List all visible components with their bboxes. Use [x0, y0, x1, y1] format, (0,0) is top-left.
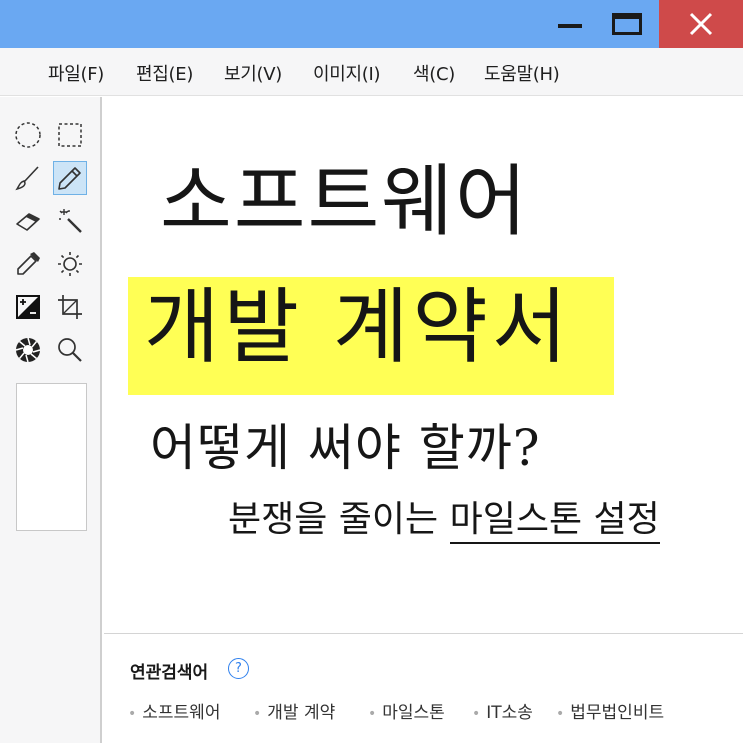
related-tag[interactable]: • 소프트웨어	[128, 698, 220, 723]
magic-wand-tool[interactable]	[53, 204, 87, 238]
close-icon	[689, 12, 713, 36]
help-icon[interactable]: ?	[228, 658, 249, 679]
crop-icon	[58, 295, 82, 319]
menu-color[interactable]: 색(C)	[413, 60, 455, 86]
tag-label: 개발 계약	[267, 703, 336, 723]
canvas-caption: 분쟁을 줄이는 마일스톤 설정	[228, 499, 660, 544]
contrast-icon	[16, 295, 40, 319]
eraser-tool[interactable]	[11, 204, 45, 238]
brightness-tool[interactable]	[53, 247, 87, 281]
bullet-icon: •	[472, 706, 481, 722]
brightness-icon	[58, 252, 82, 276]
tag-label: 소프트웨어	[142, 703, 221, 723]
brush-tool[interactable]	[11, 161, 45, 195]
magnifier-icon	[58, 338, 82, 362]
canvas-title-line1: 소프트웨어	[160, 157, 529, 247]
related-search-title: 연관검색어	[130, 663, 209, 683]
eraser-icon	[16, 213, 40, 231]
aperture-tool[interactable]	[11, 333, 45, 367]
maximize-button[interactable]	[602, 0, 652, 48]
related-search-panel: 연관검색어 ? • 소프트웨어 • 개발 계약 • 마일스톤 • IT소송 • 법무법인비…	[104, 633, 743, 743]
magic-wand-icon	[59, 209, 82, 233]
menu-image[interactable]: 이미지(I)	[313, 60, 381, 86]
related-tag[interactable]: • IT소송	[472, 698, 533, 723]
ellipse-select-tool[interactable]	[11, 118, 45, 152]
menu-help[interactable]: 도움말(H)	[484, 60, 560, 86]
drawing-canvas[interactable]: 소프트웨어 개발 계약서 어떻게 써야 할까? 분쟁을 줄이는 마일스톤 설정	[104, 97, 743, 633]
aperture-icon	[15, 337, 41, 363]
magnifier-tool[interactable]	[53, 333, 87, 367]
tag-label: IT소송	[486, 703, 533, 723]
rect-select-icon	[58, 123, 82, 147]
rect-select-tool[interactable]	[53, 118, 87, 152]
tag-label: 법무법인비트	[570, 703, 665, 723]
minimize-button[interactable]	[548, 0, 592, 48]
bullet-icon: •	[368, 706, 377, 722]
menu-bar: 파일(F) 편집(E) 보기(V) 이미지(I) 색(C) 도움말(H)	[0, 48, 743, 96]
caption-prefix: 분쟁을 줄이는	[228, 499, 450, 540]
maximize-icon	[612, 13, 642, 35]
caption-underlined: 마일스톤 설정	[449, 499, 660, 544]
canvas-subtitle: 어떻게 써야 할까?	[150, 419, 541, 477]
bullet-icon: •	[556, 706, 565, 722]
brush-icon	[15, 166, 39, 191]
eyedropper-tool[interactable]	[11, 247, 45, 281]
ellipse-select-icon	[15, 122, 41, 148]
bullet-icon: •	[253, 706, 262, 722]
pencil-icon	[58, 167, 81, 190]
related-tag[interactable]: • 마일스톤	[368, 698, 445, 723]
color-preview-box[interactable]	[16, 383, 87, 531]
close-button[interactable]	[659, 0, 743, 48]
bullet-icon: •	[128, 706, 137, 722]
minimize-icon	[558, 24, 582, 28]
eyedropper-icon	[17, 252, 40, 275]
related-tag[interactable]: • 개발 계약	[253, 698, 335, 723]
contrast-tool[interactable]	[11, 290, 45, 324]
crop-tool[interactable]	[53, 290, 87, 324]
canvas-title-line2: 개발 계약서	[144, 280, 572, 375]
tag-label: 마일스톤	[382, 703, 445, 723]
menu-file[interactable]: 파일(F)	[48, 60, 104, 86]
tool-panel	[0, 97, 102, 743]
pencil-tool[interactable]	[53, 161, 87, 195]
related-tag[interactable]: • 법무법인비트	[556, 698, 664, 723]
menu-edit[interactable]: 편집(E)	[136, 60, 193, 86]
menu-view[interactable]: 보기(V)	[224, 60, 282, 86]
title-bar	[0, 0, 743, 48]
